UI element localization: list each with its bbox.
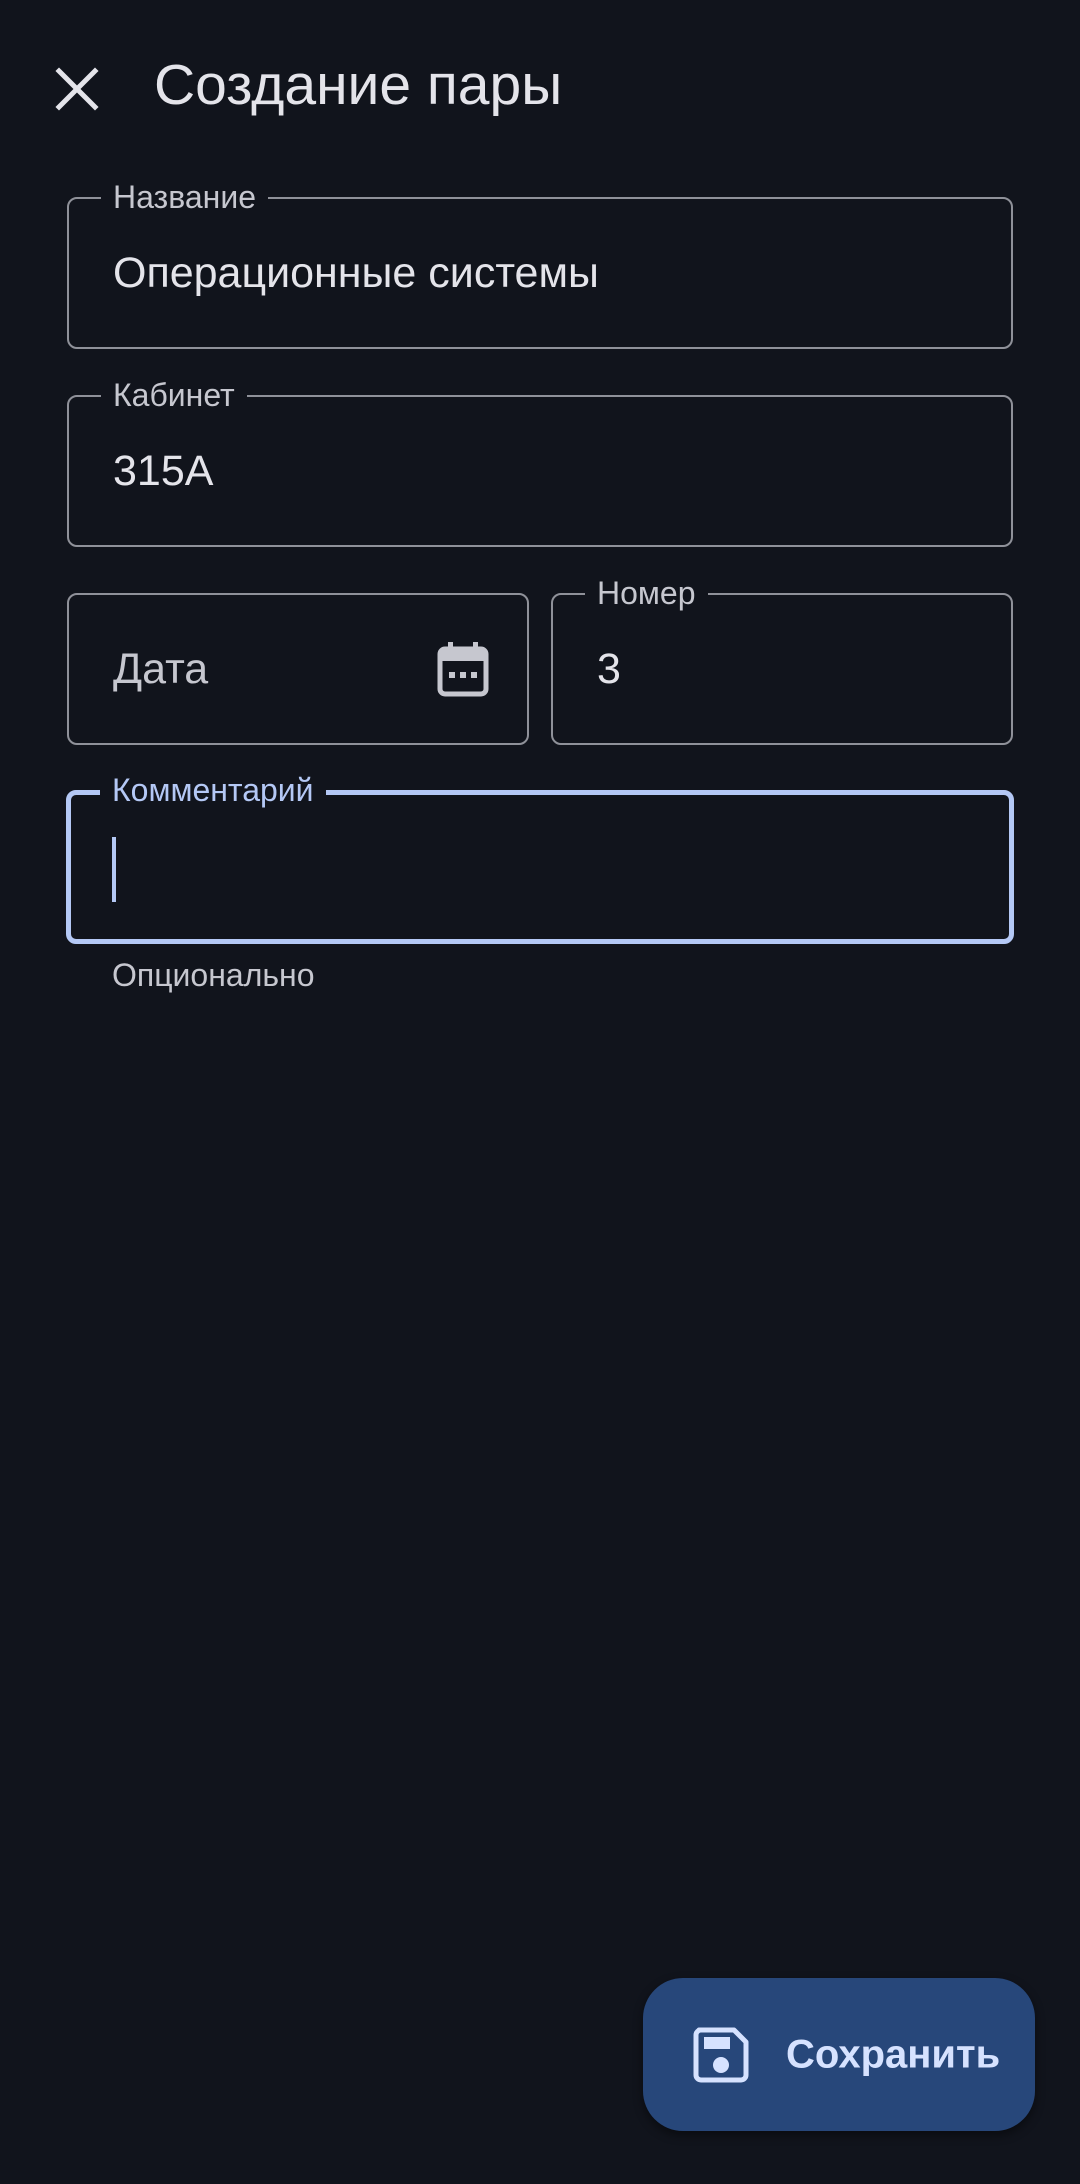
room-field[interactable]: Кабинет 315A <box>67 375 1013 547</box>
room-field-label: Кабинет <box>101 375 247 415</box>
name-field[interactable]: Название Операционные системы <box>67 177 1013 349</box>
close-button[interactable] <box>37 49 117 129</box>
number-field[interactable]: Номер 3 <box>551 573 1013 745</box>
date-field[interactable]: Дата <box>67 593 529 745</box>
name-field-label: Название <box>101 177 268 217</box>
close-icon <box>55 67 99 111</box>
top-app-bar: Создание пары <box>0 0 1080 170</box>
room-field-value: 315A <box>113 447 214 495</box>
save-button-label: Сохранить <box>786 2032 1001 2076</box>
calendar-icon[interactable] <box>437 641 489 697</box>
name-field-value: Операционные системы <box>113 249 599 297</box>
number-field-label: Номер <box>585 573 708 613</box>
page-title: Создание пары <box>154 53 563 117</box>
save-icon <box>693 2027 749 2082</box>
comment-field-label: Комментарий <box>100 770 326 810</box>
date-field-placeholder: Дата <box>113 645 209 693</box>
save-button[interactable]: Сохранить <box>643 1978 1035 2131</box>
comment-field[interactable]: Комментарий <box>66 770 1014 944</box>
text-cursor <box>112 837 116 902</box>
comment-helper-text: Опционально <box>112 957 315 993</box>
number-field-value: 3 <box>597 645 621 693</box>
